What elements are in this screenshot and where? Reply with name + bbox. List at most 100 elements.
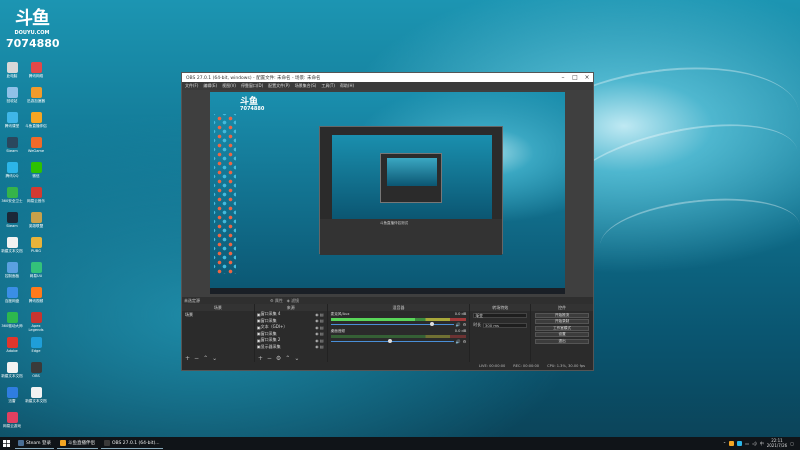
source-label: 窗口采集 2 xyxy=(260,337,281,343)
visibility-icon[interactable]: ◉ ▤ xyxy=(315,331,324,336)
move-up-icon[interactable]: ⌃ xyxy=(203,355,208,362)
desktop-icon[interactable]: Edge xyxy=(24,337,48,357)
desktop-icon[interactable]: 360安全卫士 xyxy=(0,187,24,207)
scene-item[interactable]: 场景 xyxy=(182,311,254,319)
minimize-icon[interactable]: – xyxy=(557,74,569,81)
desktop-icon[interactable]: 控制面板 xyxy=(0,262,24,282)
filter-icon[interactable]: ◈ xyxy=(287,298,290,303)
speaker-icon[interactable]: 🔊 xyxy=(456,339,461,344)
visibility-icon[interactable]: ◉ ▤ xyxy=(315,312,324,317)
desktop-icon[interactable]: 腾讯课堂 xyxy=(0,112,24,132)
visibility-icon[interactable]: ◉ ▤ xyxy=(315,338,324,343)
menu-tools[interactable]: 工具(T) xyxy=(321,83,335,89)
taskbar-item[interactable]: Steam 登录 xyxy=(15,438,54,449)
ime-icon[interactable]: 中 xyxy=(760,441,764,447)
visibility-icon[interactable]: ◉ ▤ xyxy=(315,318,324,323)
move-up-icon[interactable]: ⌃ xyxy=(285,355,290,362)
taskbar-item[interactable]: 斗鱼直播伴侣 xyxy=(56,438,98,449)
start-recording-button[interactable]: 开始录制 xyxy=(535,319,590,324)
visibility-icon[interactable]: ◉ ▤ xyxy=(315,325,324,330)
desktop-icon[interactable]: 回收站 xyxy=(0,87,24,107)
move-down-icon[interactable]: ⌄ xyxy=(294,355,299,362)
douyu-logo: 斗鱼 xyxy=(15,8,50,29)
menu-help[interactable]: 帮助(H) xyxy=(340,83,354,89)
maximize-icon[interactable]: □ xyxy=(569,74,581,81)
start-streaming-button[interactable]: 开始推流 xyxy=(535,312,590,318)
volume-slider-handle[interactable] xyxy=(429,322,434,327)
mixer-channel-name: 麦克风/Aux xyxy=(330,312,350,316)
network-icon[interactable]: ▭ xyxy=(745,441,749,446)
source-item[interactable]: ▣ 显示器采集 ◉ ▤ xyxy=(255,344,327,351)
add-icon[interactable]: + xyxy=(185,355,190,362)
remove-icon[interactable]: − xyxy=(194,355,199,362)
desktop-icon[interactable]: 此电脑 xyxy=(0,62,24,82)
gear-icon[interactable]: ⚙ xyxy=(463,339,467,344)
desktop-icon[interactable]: Steam xyxy=(0,137,24,157)
desktop-icon[interactable]: 网易云音乐 xyxy=(24,187,48,207)
desktop-icon[interactable]: 网易云游戏 xyxy=(0,412,24,432)
menu-scene-collection[interactable]: 场景集合(S) xyxy=(295,83,317,89)
menu-view[interactable]: 视图(V) xyxy=(222,83,236,89)
remove-icon[interactable]: − xyxy=(267,355,272,362)
menu-edit[interactable]: 编辑(E) xyxy=(203,83,217,89)
desktop-icon[interactable]: 新建文本文档 xyxy=(24,387,48,407)
taskbar-item[interactable]: OBS 27.0.1 (64-bit)... xyxy=(100,438,163,449)
desktop-icon[interactable]: 迅游加速器 xyxy=(24,87,48,107)
transition-type-select[interactable]: 渐变 xyxy=(473,313,528,318)
desktop-icon[interactable]: 腾讯视频 xyxy=(24,287,48,307)
desktop-icon[interactable]: Apex Legends xyxy=(24,312,48,332)
notification-icon[interactable]: ▢ xyxy=(790,441,794,446)
move-down-icon[interactable]: ⌄ xyxy=(212,355,217,362)
status-live: LIVE: 00:00:00 xyxy=(478,364,506,368)
tray-app-icon[interactable] xyxy=(729,441,735,446)
volume-slider[interactable] xyxy=(330,322,454,327)
desktop-icon[interactable]: WeGame xyxy=(24,137,48,157)
obs-preview[interactable]: 斗鱼 7074880 斗鱼直播伴侣测试 xyxy=(182,90,593,297)
desktop-icon[interactable]: OBS xyxy=(24,362,48,382)
app-icon xyxy=(6,187,18,198)
settings-button[interactable]: 设置 xyxy=(535,332,590,337)
desktop-icon[interactable]: 新建文本文档 xyxy=(0,362,24,382)
volume-icon[interactable]: ◁) xyxy=(752,441,757,446)
app-icon xyxy=(30,337,42,348)
taskbar-clock[interactable]: 22:11 2021/7/26 xyxy=(767,438,788,448)
desktop-icon[interactable]: 斗鱼直播伴侣 xyxy=(24,112,48,132)
obs-docks: 场景 场景 + − ⌃ ⌄ 来源 ▣ 窗口采集 4 ◉ ▤ ▣ 窗口采集 ◉ ▤ ▣ 文… xyxy=(182,304,594,362)
speaker-icon[interactable]: 🔊 xyxy=(456,322,461,327)
desktop-icon[interactable]: 360驱动大师 xyxy=(0,312,24,332)
obs-window[interactable]: OBS 27.0.1 (64-bit, windows) - 配置文件: 未命名… xyxy=(181,72,594,371)
desktop-icon[interactable]: 腾讯网络 xyxy=(24,62,48,82)
desktop-icon[interactable]: Adobe xyxy=(0,337,24,357)
duration-input[interactable]: 300 ms xyxy=(482,322,528,328)
desktop-icon[interactable]: 网易UU xyxy=(24,262,48,282)
tray-app-icon[interactable] xyxy=(737,441,743,446)
properties-button[interactable]: 属性 xyxy=(275,298,283,303)
menu-docks[interactable]: 停靠窗口(D) xyxy=(241,83,263,89)
windows-start-icon[interactable] xyxy=(0,437,12,450)
visibility-icon[interactable]: ◉ ▤ xyxy=(315,344,324,349)
volume-slider-handle[interactable] xyxy=(387,339,392,344)
volume-slider[interactable] xyxy=(330,339,454,344)
desktop-icon[interactable]: 百度网盘 xyxy=(0,287,24,307)
desktop-icon[interactable]: 腾讯QQ xyxy=(0,162,24,182)
app-icon xyxy=(6,62,18,73)
obs-titlebar[interactable]: OBS 27.0.1 (64-bit, windows) - 配置文件: 未命名… xyxy=(182,73,593,82)
desktop-icon[interactable]: 迅雷 xyxy=(0,387,24,407)
gear-icon[interactable]: ⚙ xyxy=(463,322,467,327)
gear-icon[interactable]: ⚙ xyxy=(270,298,274,303)
close-icon[interactable]: × xyxy=(581,74,593,81)
gear-icon[interactable]: ⚙ xyxy=(276,355,281,362)
desktop-icon-label: 百度网盘 xyxy=(4,299,20,303)
desktop-icon[interactable]: 英雄联盟 xyxy=(24,212,48,232)
desktop-icon[interactable]: 新建文本文档 xyxy=(0,237,24,257)
desktop-icon[interactable]: PUBG xyxy=(24,237,48,257)
menu-file[interactable]: 文件(F) xyxy=(185,83,198,89)
menu-profile[interactable]: 配置文件(P) xyxy=(268,83,290,89)
studio-mode-button[interactable]: 工作室模式 xyxy=(535,325,590,331)
filters-button[interactable]: 滤镜 xyxy=(291,298,299,303)
chevron-up-icon[interactable]: ⌃ xyxy=(723,441,726,446)
desktop-icon[interactable]: 微信 xyxy=(24,162,48,182)
desktop-icon[interactable]: Steam xyxy=(0,212,24,232)
add-icon[interactable]: + xyxy=(258,355,263,362)
exit-button[interactable]: 退出 xyxy=(535,338,590,344)
